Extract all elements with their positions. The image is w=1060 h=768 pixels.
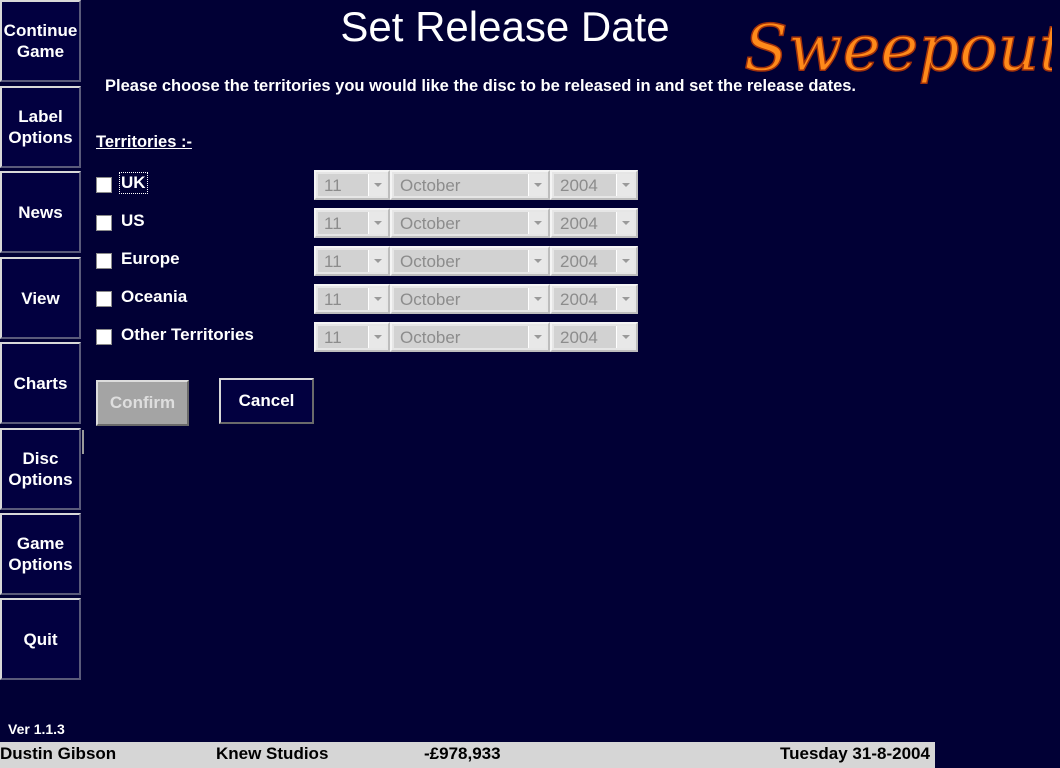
dropdown-arrow-icon[interactable] — [616, 212, 634, 234]
dropdown-arrow-icon[interactable] — [528, 174, 546, 196]
day-select-europe[interactable]: 11 — [314, 246, 390, 276]
day-value: 11 — [324, 176, 342, 195]
year-select-other[interactable]: 2004 — [550, 322, 638, 352]
territory-checkbox-uk[interactable] — [96, 177, 112, 193]
day-select-us[interactable]: 11 — [314, 208, 390, 238]
day-select-other[interactable]: 11 — [314, 322, 390, 352]
dropdown-arrow-icon[interactable] — [616, 250, 634, 272]
month-value: October — [400, 252, 461, 271]
cancel-button[interactable]: Cancel — [219, 378, 314, 424]
territory-checkbox-other[interactable] — [96, 329, 112, 345]
dropdown-arrow-icon[interactable] — [528, 212, 546, 234]
instructions-text: Please choose the territories you would … — [105, 77, 857, 95]
territory-label-other[interactable]: Other Territories — [120, 325, 255, 345]
sidebar-item-quit[interactable]: Quit — [0, 598, 81, 680]
territory-label-oceania[interactable]: Oceania — [120, 287, 188, 307]
sidebar-item-charts[interactable]: Charts — [0, 342, 81, 424]
status-bar-tail — [935, 742, 1060, 768]
year-value: 2004 — [560, 252, 598, 271]
territory-label-uk[interactable]: UK — [119, 172, 148, 194]
studio-name: Knew Studios — [216, 744, 329, 763]
sidebar-item-news[interactable]: News — [0, 171, 81, 253]
dropdown-arrow-icon[interactable] — [368, 250, 386, 272]
month-value: October — [400, 328, 461, 347]
dropdown-arrow-icon[interactable] — [616, 326, 634, 348]
territory-checkbox-us[interactable] — [96, 215, 112, 231]
year-select-europe[interactable]: 2004 — [550, 246, 638, 276]
day-value: 11 — [324, 328, 342, 347]
player-name: Dustin Gibson — [0, 744, 117, 763]
sidebar-item-disc-options[interactable]: Disc Options — [0, 428, 81, 510]
territories-heading: Territories :- — [96, 133, 192, 151]
dropdown-arrow-icon[interactable] — [528, 288, 546, 310]
territory-label-europe[interactable]: Europe — [120, 249, 181, 269]
day-value: 11 — [324, 214, 342, 233]
sidebar-item-game-options[interactable]: Game Options — [0, 513, 81, 595]
dropdown-arrow-icon[interactable] — [528, 326, 546, 348]
year-value: 2004 — [560, 176, 598, 195]
year-select-uk[interactable]: 2004 — [550, 170, 638, 200]
year-value: 2004 — [560, 328, 598, 347]
month-select-us[interactable]: October — [390, 208, 550, 238]
status-bar: Dustin Gibson Knew Studios -£978,933 Tue… — [0, 742, 935, 768]
month-value: October — [400, 176, 461, 195]
month-value: October — [400, 290, 461, 309]
dropdown-arrow-icon[interactable] — [616, 288, 634, 310]
month-select-europe[interactable]: October — [390, 246, 550, 276]
year-value: 2004 — [560, 214, 598, 233]
territory-checkbox-oceania[interactable] — [96, 291, 112, 307]
confirm-button[interactable]: Confirm — [96, 380, 189, 426]
dropdown-arrow-icon[interactable] — [616, 174, 634, 196]
territory-row-uk: UK 11 October 2004 — [96, 169, 656, 200]
sidebar-divider — [82, 430, 84, 454]
dropdown-arrow-icon[interactable] — [368, 212, 386, 234]
year-select-oceania[interactable]: 2004 — [550, 284, 638, 314]
logo-text: Sweepout — [744, 12, 1052, 86]
territory-checkbox-europe[interactable] — [96, 253, 112, 269]
territory-row-other: Other Territories 11 October 2004 — [96, 321, 656, 352]
dropdown-arrow-icon[interactable] — [528, 250, 546, 272]
sidebar-item-label-options[interactable]: Label Options — [0, 86, 81, 168]
day-select-uk[interactable]: 11 — [314, 170, 390, 200]
territory-row-us: US 11 October 2004 — [96, 207, 656, 238]
dropdown-arrow-icon[interactable] — [368, 288, 386, 310]
month-select-other[interactable]: October — [390, 322, 550, 352]
dropdown-arrow-icon[interactable] — [368, 174, 386, 196]
territory-row-oceania: Oceania 11 October 2004 — [96, 283, 656, 314]
dropdown-arrow-icon[interactable] — [368, 326, 386, 348]
version-label: Ver 1.1.3 — [8, 721, 65, 737]
game-window: Continue Game Label Options News View Ch… — [0, 0, 1060, 768]
territory-row-europe: Europe 11 October 2004 — [96, 245, 656, 276]
day-value: 11 — [324, 252, 342, 271]
balance-value: -£978,933 — [424, 744, 501, 763]
month-select-uk[interactable]: October — [390, 170, 550, 200]
sidebar-item-view[interactable]: View — [0, 257, 81, 339]
territory-label-us[interactable]: US — [120, 211, 146, 231]
month-select-oceania[interactable]: October — [390, 284, 550, 314]
day-select-oceania[interactable]: 11 — [314, 284, 390, 314]
year-select-us[interactable]: 2004 — [550, 208, 638, 238]
year-value: 2004 — [560, 290, 598, 309]
sidebar-nav: Continue Game Label Options News View Ch… — [0, 0, 84, 690]
game-date: Tuesday 31-8-2004 — [780, 744, 930, 763]
month-value: October — [400, 214, 461, 233]
day-value: 11 — [324, 290, 342, 309]
